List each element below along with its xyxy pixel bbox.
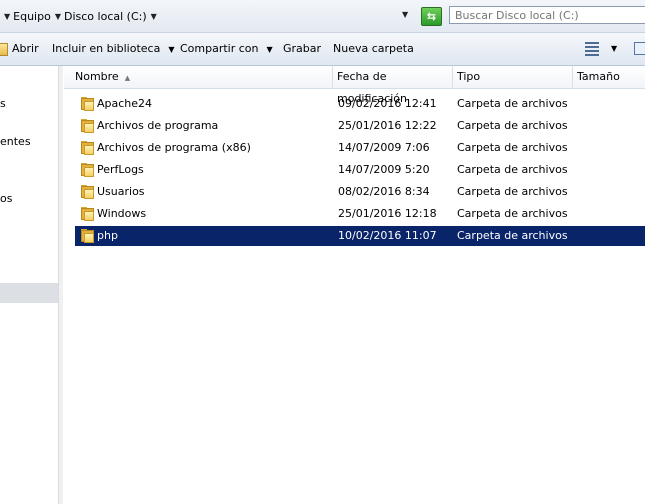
chevron-down-icon[interactable]: ▼ — [4, 12, 10, 21]
chevron-down-icon[interactable]: ▼ — [55, 12, 61, 21]
search-input[interactable] — [449, 6, 645, 24]
file-type: Carpeta de archivos — [457, 163, 568, 176]
view-options-icon[interactable] — [585, 42, 599, 56]
file-name: Archivos de programa — [97, 119, 219, 132]
share-with-button[interactable]: Compartir con ▼ — [180, 42, 273, 55]
file-type: Carpeta de archivos — [457, 141, 568, 154]
column-header-modified[interactable]: Fecha de modificación — [332, 66, 452, 105]
file-modified: 14/07/2009 7:06 — [338, 141, 430, 154]
file-row[interactable]: PerfLogs 14/07/2009 5:20 Carpeta de arch… — [75, 160, 645, 180]
open-icon — [0, 43, 8, 56]
folder-icon — [81, 163, 94, 177]
file-type: Carpeta de archivos — [457, 229, 568, 242]
breadcrumb: ▼ Equipo ▼ Disco local (C:) ▼ — [0, 8, 160, 24]
column-headers: Nombre ▲ Fecha de modificación Tipo Tamañ… — [64, 66, 645, 105]
nav-item-selected[interactable] — [0, 283, 58, 303]
file-type: Carpeta de archivos — [457, 207, 568, 220]
file-name: Archivos de programa (x86) — [97, 141, 251, 154]
folder-icon — [81, 207, 94, 221]
file-row[interactable]: Windows 25/01/2016 12:18 Carpeta de arch… — [75, 204, 645, 224]
file-name: Usuarios — [97, 185, 145, 198]
nav-item[interactable]: os — [0, 192, 12, 205]
file-modified: 09/02/2016 12:41 — [338, 97, 437, 110]
open-button[interactable]: Abrir — [12, 42, 39, 55]
file-type: Carpeta de archivos — [457, 97, 568, 110]
burn-button[interactable]: Grabar — [283, 42, 321, 55]
folder-icon — [81, 141, 94, 155]
chevron-down-icon[interactable]: ▼ — [151, 12, 157, 21]
file-row[interactable]: Usuarios 08/02/2016 8:34 Carpeta de arch… — [75, 182, 645, 202]
nav-item[interactable]: entes — [0, 135, 31, 148]
file-type: Carpeta de archivos — [457, 119, 568, 132]
file-modified: 25/01/2016 12:18 — [338, 207, 437, 220]
refresh-icon[interactable]: ⇆ — [421, 7, 442, 26]
chevron-down-icon: ▼ — [266, 45, 273, 54]
navigation-pane: s entes os — [0, 66, 59, 504]
address-history-dropdown-icon[interactable]: ▼ — [402, 10, 408, 19]
folder-icon — [81, 185, 94, 199]
command-bar: Abrir Incluir en biblioteca ▼ Compartir c… — [0, 33, 645, 66]
file-row[interactable]: Archivos de programa 25/01/2016 12:22 Ca… — [75, 116, 645, 136]
file-row[interactable]: Archivos de programa (x86) 14/07/2009 7:… — [75, 138, 645, 158]
share-with-label: Compartir con — [180, 42, 259, 55]
sort-ascending-icon: ▲ — [124, 74, 131, 82]
file-modified: 10/02/2016 11:07 — [338, 229, 437, 242]
column-header-type[interactable]: Tipo — [452, 66, 572, 88]
include-in-library-button[interactable]: Incluir en biblioteca ▼ — [52, 42, 175, 55]
column-header-name[interactable]: Nombre ▲ — [70, 66, 332, 88]
column-header-size[interactable]: Tamaño — [572, 66, 645, 88]
breadcrumb-equipo[interactable]: Equipo — [13, 10, 51, 23]
folder-icon — [81, 119, 94, 133]
address-bar: ▼ Equipo ▼ Disco local (C:) ▼ ▼ ⇆ — [0, 0, 645, 33]
file-name: Apache24 — [97, 97, 153, 110]
pane-splitter[interactable] — [59, 66, 63, 504]
folder-icon — [81, 97, 94, 111]
column-header-name-label: Nombre — [75, 70, 119, 83]
view-dropdown-icon[interactable]: ▼ — [611, 44, 617, 53]
include-in-library-label: Incluir en biblioteca — [52, 42, 161, 55]
file-row[interactable]: Apache24 09/02/2016 12:41 Carpeta de arc… — [75, 94, 645, 114]
file-modified: 25/01/2016 12:22 — [338, 119, 437, 132]
chevron-down-icon: ▼ — [168, 45, 175, 54]
file-modified: 08/02/2016 8:34 — [338, 185, 430, 198]
file-name: php — [97, 229, 118, 242]
breadcrumb-disco-local[interactable]: Disco local (C:) — [64, 10, 147, 23]
file-name: Windows — [97, 207, 147, 220]
nav-item[interactable]: s — [0, 97, 6, 110]
file-type: Carpeta de archivos — [457, 185, 568, 198]
file-modified: 14/07/2009 5:20 — [338, 163, 430, 176]
new-folder-button[interactable]: Nueva carpeta — [333, 42, 414, 55]
folder-icon — [81, 229, 94, 243]
preview-pane-icon[interactable] — [634, 42, 645, 55]
file-row-selected[interactable]: php 10/02/2016 11:07 Carpeta de archivos — [75, 226, 645, 246]
file-name: PerfLogs — [97, 163, 144, 176]
